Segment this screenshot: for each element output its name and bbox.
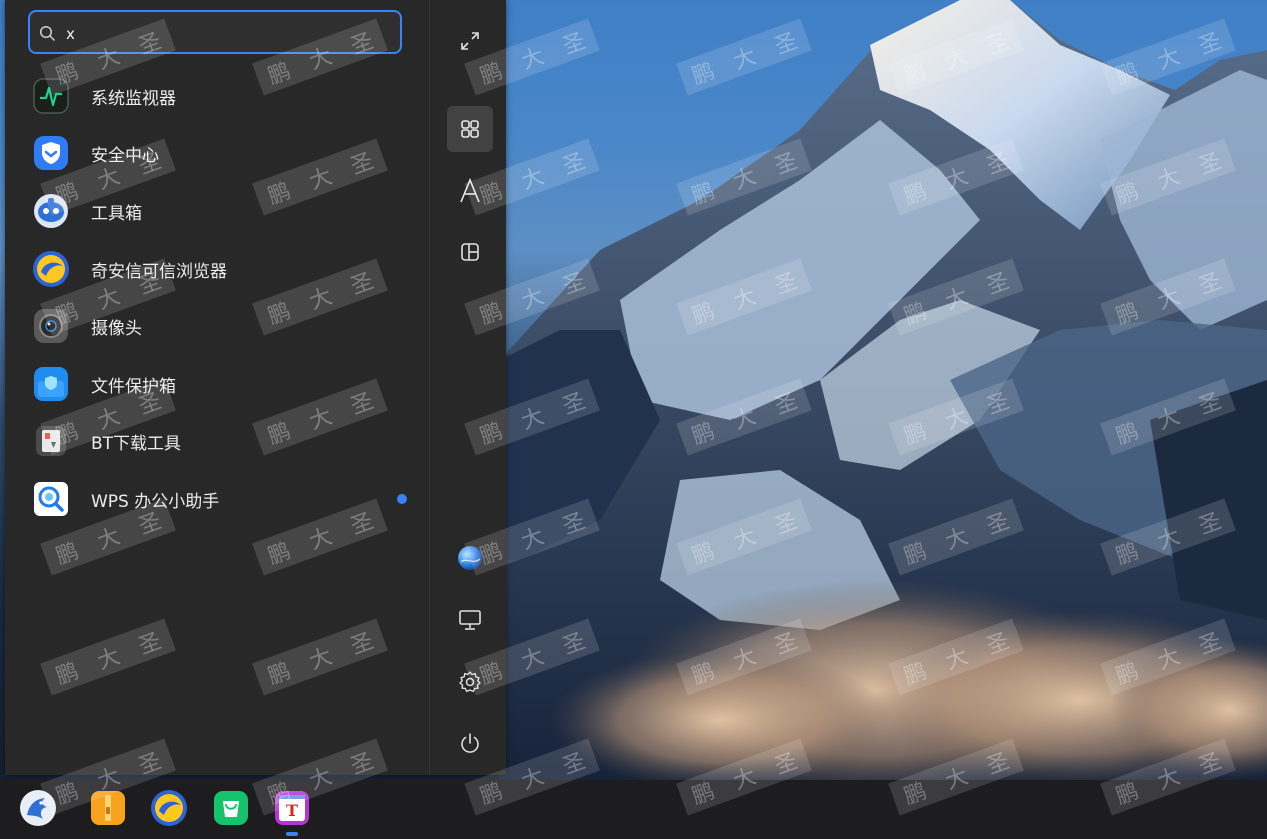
fullscreen-icon — [461, 32, 479, 50]
app-item-security-center[interactable]: 安全中心 — [28, 128, 413, 178]
start-menu-icon — [20, 790, 56, 826]
letter-sort-icon — [460, 178, 480, 203]
app-label: 系统监视器 — [91, 88, 176, 109]
browser-button[interactable] — [150, 789, 188, 827]
search-input[interactable] — [64, 21, 388, 47]
file-manager-icon — [91, 791, 125, 825]
app-label: WPS 办公小助手 — [91, 491, 220, 512]
app-item-camera[interactable]: 摄像头 — [28, 301, 413, 351]
wps-assistant-icon — [32, 480, 70, 518]
app-item-toolbox[interactable]: 工具箱 — [28, 186, 413, 236]
computer-icon — [459, 610, 481, 630]
app-label: 奇安信可信浏览器 — [91, 261, 227, 282]
function-sort-icon — [461, 243, 479, 261]
security-center-icon — [32, 134, 70, 172]
app-item-wps-assistant[interactable]: WPS 办公小助手 — [28, 474, 413, 524]
category-view-button[interactable] — [447, 106, 493, 152]
fullscreen-button[interactable] — [447, 18, 493, 64]
settings-button[interactable] — [447, 659, 493, 705]
power-icon — [461, 733, 479, 753]
app-label: 安全中心 — [91, 145, 159, 166]
app-label: BT下载工具 — [91, 433, 182, 454]
search-icon — [39, 25, 55, 41]
app-store-icon — [214, 791, 248, 825]
new-badge — [397, 494, 407, 504]
function-sort-button[interactable] — [447, 229, 493, 275]
text-editor-button[interactable]: T — [273, 789, 311, 827]
toolbox-icon — [32, 192, 70, 230]
computer-button[interactable] — [447, 597, 493, 643]
browser-icon — [151, 790, 187, 826]
active-app-indicator — [286, 832, 298, 836]
app-item-system-monitor[interactable]: 系统监视器 — [28, 71, 413, 121]
app-label: 摄像头 — [91, 318, 142, 339]
app-store-button[interactable] — [212, 789, 250, 827]
user-avatar-icon — [458, 546, 482, 570]
svg-text:T: T — [286, 801, 298, 820]
menu-sidebar — [429, 0, 507, 775]
file-protection-icon — [32, 365, 70, 403]
start-menu-button[interactable] — [19, 789, 57, 827]
bt-download-icon — [32, 422, 70, 460]
app-item-bt-download[interactable]: BT下载工具 — [28, 416, 413, 466]
app-label: 文件保护箱 — [91, 376, 176, 397]
letter-sort-button[interactable] — [447, 168, 493, 214]
file-manager-button[interactable] — [89, 789, 127, 827]
app-label: 工具箱 — [91, 203, 142, 224]
app-item-file-protection[interactable]: 文件保护箱 — [28, 359, 413, 409]
power-button[interactable] — [447, 720, 493, 766]
settings-icon — [459, 671, 481, 693]
start-menu: 系统监视器 安全中心 工具箱 奇安信可信浏览器 摄像头 — [5, 0, 506, 775]
text-editor-icon: T — [275, 791, 309, 825]
user-avatar-button[interactable] — [447, 535, 493, 581]
qianxin-browser-icon — [32, 250, 70, 288]
app-list-panel: 系统监视器 安全中心 工具箱 奇安信可信浏览器 摄像头 — [5, 0, 429, 775]
search-box[interactable] — [28, 10, 402, 54]
category-grid-icon — [461, 120, 479, 138]
system-monitor-icon — [32, 77, 70, 115]
camera-icon — [32, 307, 70, 345]
taskbar: T — [0, 780, 1267, 839]
app-item-qianxin-browser[interactable]: 奇安信可信浏览器 — [28, 244, 413, 294]
